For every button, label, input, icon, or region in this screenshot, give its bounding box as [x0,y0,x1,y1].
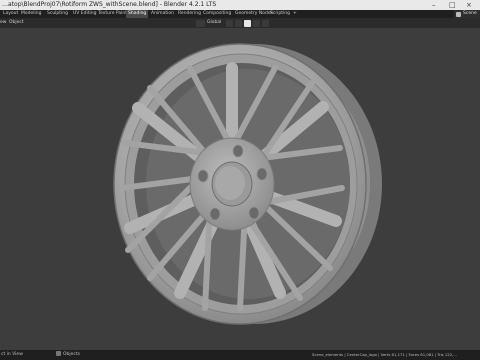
tab-animation[interactable]: Animation [149,10,176,18]
transform-orientation-select[interactable]: Global [207,18,221,28]
tab-layout[interactable]: Layout [1,10,20,18]
window-title: …atop\BlendProj07\Rotiform ZWS_withScene… [2,1,217,8]
title-bar: …atop\BlendProj07\Rotiform ZWS_withScene… [0,0,480,10]
object-menu[interactable]: Object [9,18,24,28]
tab-compositing[interactable]: Compositing [201,10,233,18]
tab-rendering[interactable]: Rendering [176,10,203,18]
viewport-header: ew Object Global [0,18,480,28]
minimize-icon[interactable]: – [432,0,436,10]
tab-shading[interactable]: Shading [126,10,149,18]
snap-icon[interactable] [235,19,242,27]
snap-target-icon[interactable] [244,19,251,27]
status-middle: Objects [63,352,81,357]
pivot-icon[interactable] [226,19,233,27]
wheel-model [113,43,382,325]
add-workspace-button[interactable]: + [291,10,299,18]
tab-sculpting[interactable]: Sculpting [45,10,70,18]
workspace-tabs-bar: Layout Modeling Sculpting UV Editing Tex… [0,10,480,18]
tab-scripting[interactable]: Scripting [268,10,292,18]
close-icon[interactable]: × [466,0,472,10]
3d-viewport[interactable] [0,28,480,350]
scene-label: Scene [463,11,477,16]
tab-texture-paint[interactable]: Texture Paint [96,10,129,18]
tab-uv-editing[interactable]: UV Editing [71,10,98,18]
maximize-icon[interactable]: □ [449,0,456,10]
scene-icon [456,11,461,17]
status-stats: Scene_elements | CenterCap_logo | Verts … [312,352,457,357]
proportional-edit-icon[interactable] [253,19,260,27]
status-bar: ct in View Objects Scene_elements | Cent… [0,350,480,360]
mouse-icon [56,351,61,356]
view-menu[interactable]: ew [0,18,6,28]
tab-modeling[interactable]: Modeling [19,10,43,18]
transform-orientation-icon[interactable] [196,19,205,27]
falloff-icon[interactable] [262,19,269,27]
status-left: ct in View [1,352,23,357]
scene-selector[interactable]: Scene [454,10,480,18]
